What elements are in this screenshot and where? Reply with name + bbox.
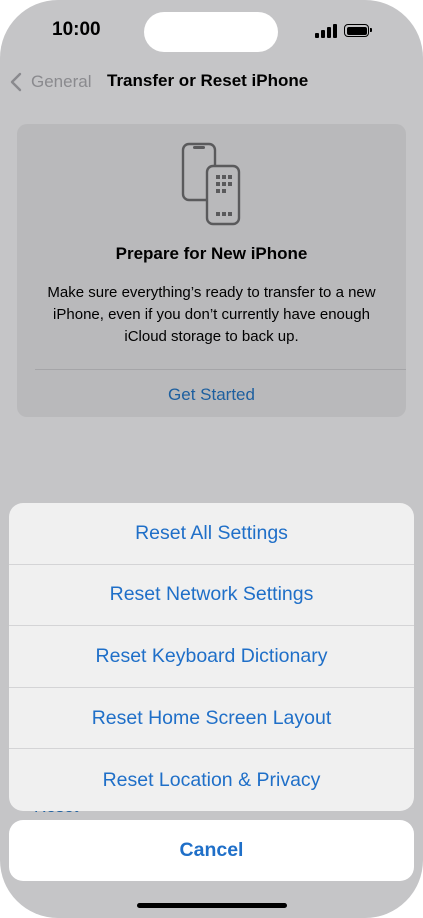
cellular-signal-icon (315, 24, 337, 38)
status-time: 10:00 (52, 19, 101, 40)
screen: 10:00 General Transfer or Reset iPhone P… (0, 0, 423, 918)
battery-full-icon (344, 24, 372, 37)
reset-location-privacy-button[interactable]: Reset Location & Privacy (9, 749, 414, 811)
get-started-link[interactable]: Get Started (17, 385, 406, 405)
reset-home-screen-layout-button[interactable]: Reset Home Screen Layout (9, 688, 414, 750)
status-bar: 10:00 (0, 0, 423, 62)
chevron-left-icon (10, 72, 22, 92)
card-divider (35, 369, 406, 370)
cancel-button[interactable]: Cancel (9, 820, 414, 881)
card-title: Prepare for New iPhone (115, 244, 308, 263)
back-button[interactable]: General (10, 69, 91, 95)
phone-frame: 10:00 General Transfer or Reset iPhone P… (0, 0, 423, 918)
home-indicator[interactable] (137, 903, 287, 908)
reset-all-settings-button[interactable]: Reset All Settings (9, 503, 414, 565)
back-label: General (31, 72, 92, 91)
reset-network-settings-button[interactable]: Reset Network Settings (9, 565, 414, 627)
card-description: Make sure everything’s ready to transfer… (47, 284, 376, 345)
reset-action-sheet: Reset All Settings Reset Network Setting… (9, 503, 414, 811)
reset-keyboard-dictionary-button[interactable]: Reset Keyboard Dictionary (9, 626, 414, 688)
dynamic-island (144, 12, 278, 52)
navigation-bar: General Transfer or Reset iPhone (0, 62, 423, 102)
two-phones-transfer-icon (181, 142, 241, 226)
page-title: Transfer or Reset iPhone (107, 71, 309, 90)
prepare-new-iphone-card: Prepare for New iPhone Make sure everyth… (17, 124, 406, 417)
